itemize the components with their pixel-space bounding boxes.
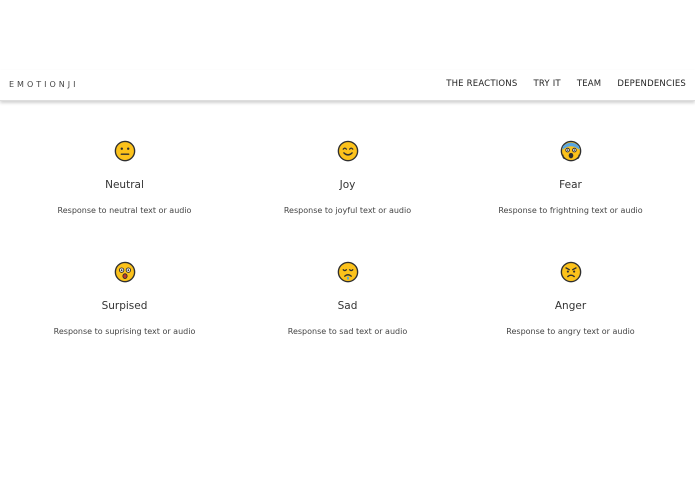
nav-link-the-reactions[interactable]: THE REACTIONS [446,79,517,89]
reaction-description: Response to frightning text or audio [498,206,643,215]
nav-link-try-it[interactable]: TRY IT [533,79,560,89]
neutral-face-icon [114,140,136,162]
nav-link-team[interactable]: TEAM [577,79,602,89]
crying-face-icon [337,261,359,283]
reaction-card-fear: Fear Response to frightning text or audi… [459,140,682,261]
reaction-title: Joy [339,179,356,191]
reactions-grid: Neutral Response to neutral text or audi… [13,140,682,382]
nav-link-dependencies[interactable]: DEPENDENCIES [617,79,686,89]
astonished-face-icon [114,261,136,283]
angry-face-icon [560,261,582,283]
reaction-description: Response to angry text or audio [506,327,635,336]
reaction-card-anger: Anger Response to angry text or audio [459,261,682,382]
reaction-card-neutral: Neutral Response to neutral text or audi… [13,140,236,261]
reaction-title: Fear [559,179,582,191]
reaction-description: Response to sad text or audio [287,327,408,336]
page: EMOTIONJI THE REACTIONS TRY IT TEAM DEPE… [0,0,695,494]
reaction-description: Response to neutral text or audio [57,206,192,215]
nav-links: THE REACTIONS TRY IT TEAM DEPENDENCIES [446,79,686,89]
reaction-card-sad: Sad Response to sad text or audio [236,261,459,382]
reaction-description: Response to joyful text or audio [283,206,412,215]
brand-logo-text[interactable]: EMOTIONJI [9,80,79,89]
reaction-description: Response to suprising text or audio [53,327,196,336]
reaction-card-joy: Joy Response to joyful text or audio [236,140,459,261]
reaction-title: Surpised [101,300,148,312]
smiling-face-icon [337,140,359,162]
reaction-title: Anger [554,300,587,312]
reaction-title: Neutral [105,179,144,191]
screaming-fear-face-icon [560,140,582,162]
top-navbar: EMOTIONJI THE REACTIONS TRY IT TEAM DEPE… [0,70,695,101]
reaction-card-surprised: Surpised Response to suprising text or a… [13,261,236,382]
reaction-title: Sad [337,300,358,312]
